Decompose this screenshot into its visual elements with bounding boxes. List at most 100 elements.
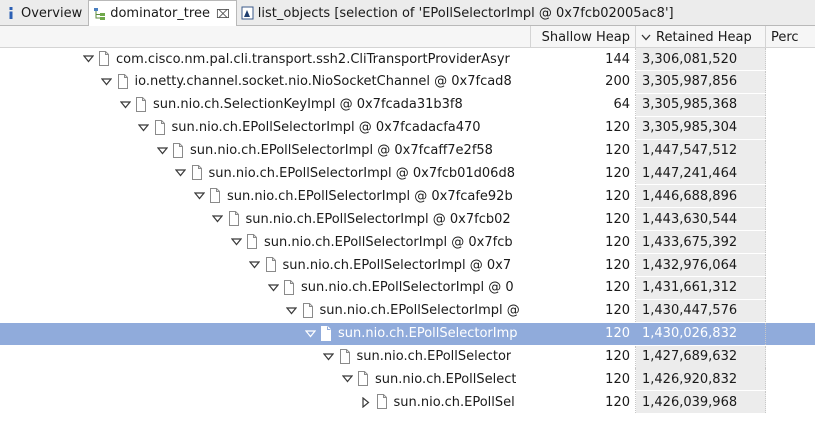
- close-tab-icon[interactable]: ⌧: [216, 7, 230, 21]
- retained-heap-cell: 1,426,920,832: [636, 368, 766, 391]
- table-row[interactable]: sun.nio.ch.EPollSelectorImp 120 1,430,026,…: [0, 322, 815, 346]
- table-row[interactable]: sun.nio.ch.SelectionKeyImpl @ 0x7fcada31…: [0, 93, 815, 117]
- object-name: sun.nio.ch.EPollSelectorImpl @ 0x7fcadac…: [171, 120, 481, 136]
- table-row[interactable]: sun.nio.ch.EPollSelectorImpl @ 0x7fcadac…: [0, 116, 815, 140]
- percentage-cell: [766, 322, 815, 345]
- collapse-arrow-icon[interactable]: [282, 307, 302, 315]
- collapse-arrow-icon[interactable]: [208, 215, 228, 223]
- object-icon: [98, 51, 112, 67]
- table-row[interactable]: sun.nio.ch.EPollSelector 120 1,427,689,632: [0, 345, 815, 369]
- collapse-arrow-icon[interactable]: [189, 192, 209, 200]
- object-name-cell: sun.nio.ch.SelectionKeyImpl @ 0x7fcada31…: [0, 94, 531, 116]
- collapse-arrow-icon[interactable]: [245, 261, 265, 269]
- shallow-heap-cell: 200: [531, 70, 636, 93]
- table-row[interactable]: sun.nio.ch.EPollSelectorImpl @ 0x7fcafe9…: [0, 185, 815, 209]
- tab-label: list_objects [selection of 'EPollSelecto…: [257, 5, 674, 21]
- object-name-cell: sun.nio.ch.EPollSelect: [0, 368, 531, 390]
- collapse-arrow-icon[interactable]: [337, 375, 357, 383]
- table-row[interactable]: sun.nio.ch.EPollSelectorImpl @ 120 1,430,4…: [0, 299, 815, 323]
- object-icon: [117, 73, 131, 90]
- object-icon: [265, 257, 279, 273]
- object-name: sun.nio.ch.EPollSelectorImpl @ 0x7fcb: [264, 234, 513, 250]
- table-row[interactable]: sun.nio.ch.EPollSel 120 1,426,039,968: [0, 391, 815, 415]
- table-row[interactable]: sun.nio.ch.EPollSelectorImpl @ 0x7fcb02 1…: [0, 208, 815, 232]
- retained-heap-cell: 1,431,661,312: [636, 276, 766, 299]
- tab-dominator_tree[interactable]: dominator_tree ⌧: [88, 0, 237, 27]
- percentage-cell: [766, 117, 815, 139]
- collapse-arrow-icon[interactable]: [97, 78, 117, 86]
- collapse-arrow-icon[interactable]: [115, 101, 135, 109]
- object-icon: [302, 302, 316, 319]
- column-header-percentage[interactable]: Perc: [766, 26, 815, 48]
- tab-label: dominator_tree: [110, 6, 210, 21]
- shallow-heap-cell: 64: [531, 93, 636, 116]
- object-name-cell: sun.nio.ch.EPollSelector: [0, 346, 531, 368]
- collapse-arrow-icon[interactable]: [171, 169, 191, 177]
- sort-descending-icon: [641, 30, 651, 45]
- percentage-cell: [766, 94, 815, 116]
- shallow-heap-cell: 120: [531, 254, 636, 277]
- collapse-arrow-icon[interactable]: [152, 146, 172, 155]
- percentage-cell: [766, 162, 815, 184]
- table-row[interactable]: sun.nio.ch.EPollSelect 120 1,426,920,832: [0, 368, 815, 392]
- collapse-arrow-icon[interactable]: [78, 55, 98, 63]
- collapse-arrow-icon[interactable]: [226, 238, 246, 246]
- column-header-name[interactable]: [0, 26, 531, 48]
- percentage-cell: [766, 48, 815, 70]
- object-name-cell: sun.nio.ch.EPollSelectorImpl @ 0: [0, 277, 531, 299]
- object-name-cell: com.cisco.nm.pal.cli.transport.ssh2.CliT…: [0, 48, 531, 70]
- percentage-cell: [766, 300, 815, 322]
- shallow-heap-cell: 120: [531, 231, 636, 254]
- object-icon: [339, 348, 353, 365]
- column-header-retained-heap[interactable]: Retained Heap: [636, 26, 766, 48]
- table-row[interactable]: com.cisco.nm.pal.cli.transport.ssh2.CliT…: [0, 48, 815, 71]
- table-row[interactable]: sun.nio.ch.EPollSelectorImpl @ 0x7fcb01d…: [0, 162, 815, 186]
- collapse-arrow-icon[interactable]: [319, 352, 339, 361]
- object-icon: [209, 188, 223, 204]
- object-name-cell: sun.nio.ch.EPollSelectorImpl @ 0x7fcb01d…: [0, 162, 531, 184]
- object-name-cell: sun.nio.ch.EPollSel: [0, 391, 531, 413]
- tab-label: Overview: [21, 5, 83, 21]
- retained-heap-cell: 1,430,447,576: [636, 299, 766, 322]
- retained-heap-cell: 1,447,547,512: [636, 139, 766, 162]
- column-header-shallow-heap[interactable]: Shallow Heap: [531, 26, 636, 48]
- column-header-retained-label: Retained Heap: [656, 29, 752, 45]
- object-icon: [357, 371, 371, 387]
- percentage-cell: [766, 231, 815, 253]
- object-name: sun.nio.ch.EPollSelectorImpl @ 0x7fcaff7…: [190, 143, 493, 159]
- table-row[interactable]: sun.nio.ch.EPollSelectorImpl @ 0 120 1,431…: [0, 276, 815, 300]
- object-name: sun.nio.ch.EPollSelectorImpl @ 0: [301, 280, 514, 296]
- retained-heap-cell: 3,305,987,856: [636, 70, 766, 93]
- table-row[interactable]: io.netty.channel.socket.nio.NioSocketCha…: [0, 70, 815, 94]
- percentage-cell: [766, 140, 815, 162]
- table-row[interactable]: sun.nio.ch.EPollSelectorImpl @ 0x7fcb 120…: [0, 231, 815, 255]
- info-icon: [4, 6, 18, 20]
- tree-icon: [93, 7, 107, 21]
- object-name: sun.nio.ch.EPollSelectorImpl @ 0x7: [282, 257, 512, 273]
- collapse-arrow-icon[interactable]: [134, 124, 154, 132]
- object-name-cell: sun.nio.ch.EPollSelectorImpl @: [0, 300, 531, 322]
- object-name-cell: sun.nio.ch.EPollSelectorImpl @ 0x7: [0, 254, 531, 276]
- expand-arrow-icon[interactable]: [356, 396, 376, 408]
- shallow-heap-cell: 120: [531, 116, 636, 139]
- dominator-tree-table[interactable]: com.cisco.nm.pal.cli.transport.ssh2.CliT…: [0, 48, 815, 447]
- percentage-cell: [766, 368, 815, 390]
- retained-heap-cell: 3,305,985,368: [636, 93, 766, 116]
- table-row[interactable]: sun.nio.ch.EPollSelectorImpl @ 0x7fcaff7…: [0, 139, 815, 163]
- collapse-arrow-icon[interactable]: [263, 284, 283, 292]
- column-header: Shallow Heap Retained Heap Perc: [0, 26, 815, 48]
- tab-overview[interactable]: Overview: [0, 0, 88, 26]
- shallow-heap-cell: 144: [531, 48, 636, 70]
- object-name: sun.nio.ch.EPollSel: [393, 394, 515, 410]
- shallow-heap-cell: 120: [531, 322, 636, 345]
- object-name-cell: sun.nio.ch.EPollSelectorImp: [0, 322, 531, 345]
- percentage-cell: [766, 277, 815, 299]
- shallow-heap-cell: 120: [531, 139, 636, 162]
- percentage-cell: [766, 208, 815, 230]
- collapse-arrow-icon[interactable]: [300, 330, 320, 338]
- object-name-cell: sun.nio.ch.EPollSelectorImpl @ 0x7fcafe9…: [0, 185, 531, 207]
- tab-list_objects[interactable]: list_objects [selection of 'EPollSelecto…: [237, 0, 680, 26]
- shallow-heap-cell: 120: [531, 208, 636, 231]
- object-name: sun.nio.ch.EPollSelectorImpl @ 0x7fcb02: [245, 211, 511, 227]
- table-row[interactable]: sun.nio.ch.EPollSelectorImpl @ 0x7 120 1,4…: [0, 254, 815, 277]
